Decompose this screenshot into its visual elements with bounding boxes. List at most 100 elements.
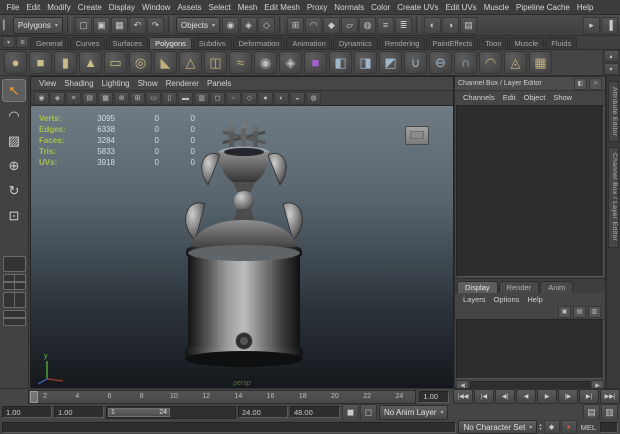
move-tool[interactable]: ⊕ bbox=[2, 154, 26, 177]
snap-grid-icon[interactable]: ⊞ bbox=[287, 16, 304, 34]
menubar-item[interactable]: Assets bbox=[174, 0, 205, 15]
menubar-item[interactable]: Create bbox=[74, 0, 105, 15]
menu-set-selector[interactable]: Polygons ▾ bbox=[12, 16, 63, 34]
help-line-field[interactable] bbox=[600, 421, 618, 433]
panel-menu-item[interactable]: Renderer bbox=[162, 79, 203, 88]
playback-options-icon[interactable]: ▤ bbox=[583, 403, 600, 421]
layout-two-pane-side-button[interactable] bbox=[2, 292, 26, 308]
combine-icon[interactable]: ◧ bbox=[329, 51, 352, 74]
field-chart-icon[interactable]: ▥ bbox=[194, 91, 209, 105]
snap-plane-icon[interactable]: ▱ bbox=[341, 16, 358, 34]
shelf-tab[interactable]: Surfaces bbox=[106, 37, 149, 49]
make-live-icon[interactable]: ◍ bbox=[359, 16, 376, 34]
playback-start-field[interactable]: 1.00 bbox=[2, 406, 52, 418]
dock-icon[interactable]: ◧ bbox=[574, 77, 587, 90]
poly-plane-icon[interactable]: ▭ bbox=[104, 51, 127, 74]
anim-layer-solo-icon[interactable]: ◻ bbox=[360, 403, 377, 421]
time-slider[interactable]: 2 4 6 8 10 12 14 16 18 20 22 24 bbox=[28, 389, 417, 404]
menubar-item[interactable]: Mesh bbox=[234, 0, 261, 15]
layout-four-pane-button[interactable] bbox=[2, 274, 26, 290]
render-current-frame-icon[interactable]: ◐ bbox=[424, 16, 441, 34]
channel-box-menu-item[interactable]: Show bbox=[549, 93, 576, 102]
current-time-field[interactable]: 1.00 bbox=[419, 390, 449, 403]
anim-preferences-icon[interactable]: ▥ bbox=[601, 403, 618, 421]
menubar-item[interactable]: Create UVs bbox=[394, 0, 442, 15]
poly-platonic-icon[interactable]: ◈ bbox=[279, 51, 302, 74]
poly-helix-icon[interactable]: ≈ bbox=[229, 51, 252, 74]
shelf-tab[interactable]: Curves bbox=[69, 37, 106, 49]
panel-menu-item[interactable]: View bbox=[35, 79, 60, 88]
camera-attributes-icon[interactable]: ≡ bbox=[66, 91, 81, 105]
menubar-item[interactable]: Display bbox=[105, 0, 138, 15]
new-layer-from-selected-icon[interactable]: ▤ bbox=[573, 305, 586, 318]
select-component-icon[interactable]: ◇ bbox=[258, 16, 275, 34]
close-icon[interactable]: × bbox=[589, 77, 602, 90]
step-forward-key-button[interactable]: ▶| bbox=[579, 389, 599, 404]
shelf-tab[interactable]: Fluids bbox=[545, 37, 578, 49]
ipr-render-icon[interactable]: ◑ bbox=[442, 16, 459, 34]
boolean-union-icon[interactable]: ∪ bbox=[404, 51, 427, 74]
film-gate-icon[interactable]: ▭ bbox=[146, 91, 161, 105]
channel-box-menu-item[interactable]: Object bbox=[520, 93, 550, 102]
menubar-item[interactable]: Normals bbox=[331, 0, 368, 15]
menubar-item[interactable]: Select bbox=[205, 0, 234, 15]
wireframe-mode-icon[interactable]: ◇ bbox=[242, 91, 257, 105]
channel-box-menu-item[interactable]: Edit bbox=[499, 93, 520, 102]
set-key-icon[interactable]: ◆ bbox=[543, 420, 560, 434]
menubar-item[interactable]: Edit Mesh bbox=[261, 0, 304, 15]
lock-camera-icon[interactable]: ◈ bbox=[50, 91, 65, 105]
boolean-difference-icon[interactable]: ⊖ bbox=[429, 51, 452, 74]
shelf-tab[interactable]: Polygons bbox=[149, 37, 192, 49]
anim-layer-mute-icon[interactable]: ◼ bbox=[342, 403, 359, 421]
snap-point-icon[interactable]: ◆ bbox=[323, 16, 340, 34]
undo-icon[interactable]: ↶ bbox=[128, 16, 146, 34]
menubar-item[interactable]: Pipeline Cache bbox=[513, 0, 574, 15]
shelf-tab[interactable]: Toon bbox=[479, 37, 508, 49]
poly-prism-icon[interactable]: ◣ bbox=[154, 51, 177, 74]
separate-icon[interactable]: ◨ bbox=[354, 51, 377, 74]
menubar-item[interactable]: Edit UVs bbox=[442, 0, 480, 15]
image-plane-icon[interactable]: ▦ bbox=[98, 91, 113, 105]
step-forward-frame-button[interactable]: |▶ bbox=[558, 389, 578, 404]
layout-two-pane-stacked-button[interactable] bbox=[2, 310, 26, 326]
menubar-item[interactable]: Help bbox=[573, 0, 596, 15]
layer-editor-tab[interactable]: Anim bbox=[540, 281, 574, 293]
play-backward-button[interactable]: ◀ bbox=[516, 389, 536, 404]
playback-end-field[interactable]: 24.00 bbox=[238, 406, 288, 418]
poly-soccerball-icon[interactable]: ◉ bbox=[254, 51, 277, 74]
grid-toggle-icon[interactable]: ⊞ bbox=[130, 91, 145, 105]
sidebar-toggle-icon[interactable]: ▐ bbox=[601, 16, 618, 34]
quadrangulate-icon[interactable]: ▦ bbox=[529, 51, 552, 74]
select-camera-icon[interactable]: ◉ bbox=[34, 91, 49, 105]
menubar-item[interactable]: Color bbox=[368, 0, 394, 15]
smooth-icon[interactable]: ◠ bbox=[479, 51, 502, 74]
shaded-mode-icon[interactable]: ● bbox=[258, 91, 273, 105]
tab-attribute-editor[interactable]: Attribute Editor bbox=[608, 81, 619, 143]
spinner-down-icon[interactable]: ▾ bbox=[539, 426, 541, 431]
menubar-item[interactable]: File bbox=[3, 0, 23, 15]
trophy-model[interactable] bbox=[159, 120, 329, 372]
construction-history-icon[interactable]: ≣ bbox=[395, 16, 412, 34]
layer-options-icon[interactable]: ▥ bbox=[588, 305, 601, 318]
scale-tool[interactable]: ⊡ bbox=[2, 204, 26, 227]
shelf-tab[interactable]: Rendering bbox=[378, 37, 426, 49]
mel-toggle[interactable]: MEL bbox=[579, 423, 598, 432]
menubar-item[interactable]: Muscle bbox=[480, 0, 512, 15]
floating-swatch[interactable] bbox=[405, 126, 429, 145]
channel-box-menu-item[interactable]: Channels bbox=[459, 93, 499, 102]
triangulate-icon[interactable]: ◬ bbox=[504, 51, 527, 74]
poly-pipe-icon[interactable]: ◫ bbox=[204, 51, 227, 74]
tab-channel-box[interactable]: Channel Box / Layer Editor bbox=[608, 147, 619, 248]
safe-title-icon[interactable]: ▫ bbox=[226, 91, 241, 105]
menubar-item[interactable]: Proxy bbox=[303, 0, 330, 15]
poly-cube-icon[interactable]: ■ bbox=[29, 51, 52, 74]
menubar-item[interactable]: Window bbox=[139, 0, 174, 15]
layer-editor-menu-item[interactable]: Help bbox=[523, 295, 546, 304]
lighting-icon[interactable]: ◒ bbox=[290, 91, 305, 105]
command-line-input[interactable] bbox=[2, 421, 457, 433]
layer-editor-menu-item[interactable]: Layers bbox=[459, 295, 490, 304]
rotate-tool[interactable]: ↻ bbox=[2, 179, 26, 202]
panel-menu-item[interactable]: Show bbox=[134, 79, 162, 88]
resolution-gate-icon[interactable]: ▯ bbox=[162, 91, 177, 105]
shelf-tab[interactable]: Dynamics bbox=[332, 37, 378, 49]
